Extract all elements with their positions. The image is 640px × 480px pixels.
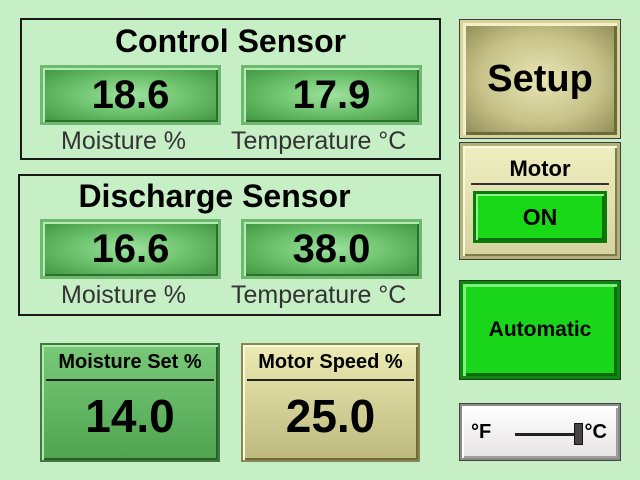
fahrenheit-label: °F (471, 421, 492, 443)
toggle-knob[interactable] (574, 423, 583, 445)
automatic-button[interactable]: Automatic (460, 281, 620, 379)
motor-speed-divider (247, 379, 414, 381)
control-sensor-panel: Control Sensor 18.6 17.9 Moisture % Temp… (20, 18, 441, 160)
motor-divider (471, 183, 609, 185)
moisture-set-control[interactable]: Moisture Set % 14.0 (40, 343, 220, 462)
control-moisture-value: 18.6 (40, 65, 221, 125)
motor-panel: Motor ON (460, 143, 620, 259)
discharge-temperature-value: 38.0 (241, 219, 422, 279)
motor-speed-control[interactable]: Motor Speed % 25.0 (241, 343, 420, 462)
motor-speed-label: Motor Speed % (258, 351, 403, 373)
discharge-temperature-label: Temperature °C (231, 281, 407, 309)
motor-speed-value[interactable]: 25.0 (243, 389, 418, 443)
moisture-set-divider (46, 379, 214, 381)
control-sensor-title: Control Sensor (114, 23, 347, 59)
discharge-moisture-value: 16.6 (40, 219, 221, 279)
control-temperature-label: Temperature °C (231, 127, 407, 155)
setup-button[interactable]: Setup (460, 20, 620, 138)
celsius-label: °C (584, 421, 607, 443)
toggle-track (515, 433, 575, 436)
motor-title: Motor (509, 156, 571, 181)
discharge-sensor-title: Discharge Sensor (78, 178, 351, 214)
discharge-sensor-panel: Discharge Sensor 16.6 38.0 Moisture % Te… (18, 174, 441, 316)
moisture-set-label: Moisture Set % (58, 351, 202, 373)
unit-toggle-switch[interactable]: °F °C (460, 404, 620, 460)
moisture-set-value[interactable]: 14.0 (42, 389, 218, 443)
discharge-moisture-label: Moisture % (61, 281, 187, 309)
motor-on-button[interactable]: ON (473, 191, 607, 243)
control-temperature-value: 17.9 (241, 65, 422, 125)
control-moisture-label: Moisture % (61, 127, 187, 155)
